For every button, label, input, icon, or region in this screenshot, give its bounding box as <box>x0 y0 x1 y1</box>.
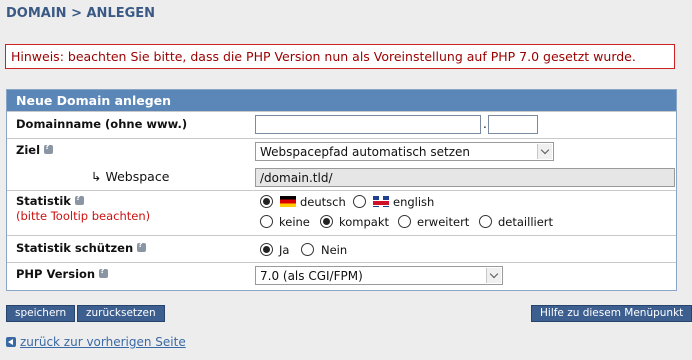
php-version-label-wrap: PHP Version <box>16 266 109 281</box>
webspace-label-wrap: ↳ Webspace <box>91 169 169 184</box>
chevron-down-icon <box>537 144 552 159</box>
statistik-row: Statistik (bitte Tooltip beachten) deuts… <box>7 190 676 235</box>
radio-mode-erweitert[interactable] <box>398 215 411 228</box>
new-domain-form: Neue Domain anlegen Domainname (ohne www… <box>6 89 677 291</box>
radio-lang-english[interactable] <box>353 195 366 208</box>
radio-mode-kompakt[interactable] <box>320 215 333 228</box>
subitem-arrow-icon: ↳ <box>91 169 102 184</box>
lang-english-label: english <box>393 195 435 209</box>
radio-lang-deutsch[interactable] <box>260 195 273 208</box>
back-arrow-icon <box>6 337 16 347</box>
help-icon[interactable] <box>74 193 84 205</box>
webspace-label: Webspace <box>105 169 170 184</box>
save-button[interactable]: speichern <box>6 305 76 322</box>
back-link[interactable]: zurück zur vorherigen Seite <box>6 335 186 349</box>
protect-ja-label: Ja <box>279 243 290 257</box>
back-link-label: zurück zur vorherigen Seite <box>20 335 186 349</box>
php-version-selected-value: 7.0 (als CGI/FPM) <box>260 269 363 283</box>
webspace-row: ↳ Webspace /domain.tld/ <box>7 165 676 190</box>
chevron-down-icon <box>486 268 501 283</box>
radio-mode-keine[interactable] <box>260 215 273 228</box>
radio-protect-nein[interactable] <box>301 243 314 256</box>
form-header: Neue Domain anlegen <box>7 90 676 111</box>
radio-mode-detailliert[interactable] <box>479 215 492 228</box>
php-version-label: PHP Version <box>16 267 96 281</box>
statistik-schuetzen-label-wrap: Statistik schützen <box>16 240 147 255</box>
domainname-input[interactable] <box>255 115 481 134</box>
tld-input[interactable] <box>488 115 538 134</box>
mode-detailliert-label: detailliert <box>498 215 554 229</box>
ziel-selected-value: Webspacepfad automatisch setzen <box>260 145 470 159</box>
statistik-tooltip-hint: (bitte Tooltip beachten) <box>16 209 151 223</box>
de-flag-icon <box>280 196 296 207</box>
mode-keine-label: keine <box>279 215 310 229</box>
radio-protect-ja[interactable] <box>260 243 273 256</box>
page-title: DOMAIN > ANLEGEN <box>6 6 156 21</box>
statistik-schuetzen-label: Statistik schützen <box>16 241 134 255</box>
mode-erweitert-label: erweitert <box>417 215 470 229</box>
statistik-label: Statistik <box>16 194 71 208</box>
ziel-row: Ziel Webspacepfad automatisch setzen <box>7 138 676 165</box>
webspace-path-value: /domain.tld/ <box>260 171 333 185</box>
ziel-label-wrap: Ziel <box>16 142 54 157</box>
help-icon[interactable] <box>99 266 109 278</box>
help-icon[interactable] <box>137 240 147 252</box>
uk-flag-icon <box>373 196 389 207</box>
php-version-row: PHP Version 7.0 (als CGI/FPM) <box>7 262 676 290</box>
php-version-select[interactable]: 7.0 (als CGI/FPM) <box>255 266 503 285</box>
webspace-path-field: /domain.tld/ <box>255 168 675 187</box>
php-version-notice: Hinweis: beachten Sie bitte, dass die PH… <box>5 44 675 69</box>
statistik-schuetzen-row: Statistik schützen Ja Nein <box>7 235 676 262</box>
help-icon[interactable] <box>44 142 54 154</box>
domain-separator: . <box>483 117 487 131</box>
reset-button[interactable]: zurücksetzen <box>77 305 165 322</box>
domainname-row: Domainname (ohne www.) . <box>7 111 676 138</box>
domainname-label: Domainname (ohne www.) <box>16 117 188 131</box>
ziel-select[interactable]: Webspacepfad automatisch setzen <box>255 142 554 161</box>
ziel-label: Ziel <box>16 143 41 157</box>
mode-kompakt-label: kompakt <box>339 215 390 229</box>
protect-nein-label: Nein <box>321 243 348 257</box>
help-button[interactable]: Hilfe zu diesem Menüpunkt <box>531 305 692 322</box>
lang-deutsch-label: deutsch <box>300 195 346 209</box>
statistik-label-wrap: Statistik <box>16 193 84 208</box>
